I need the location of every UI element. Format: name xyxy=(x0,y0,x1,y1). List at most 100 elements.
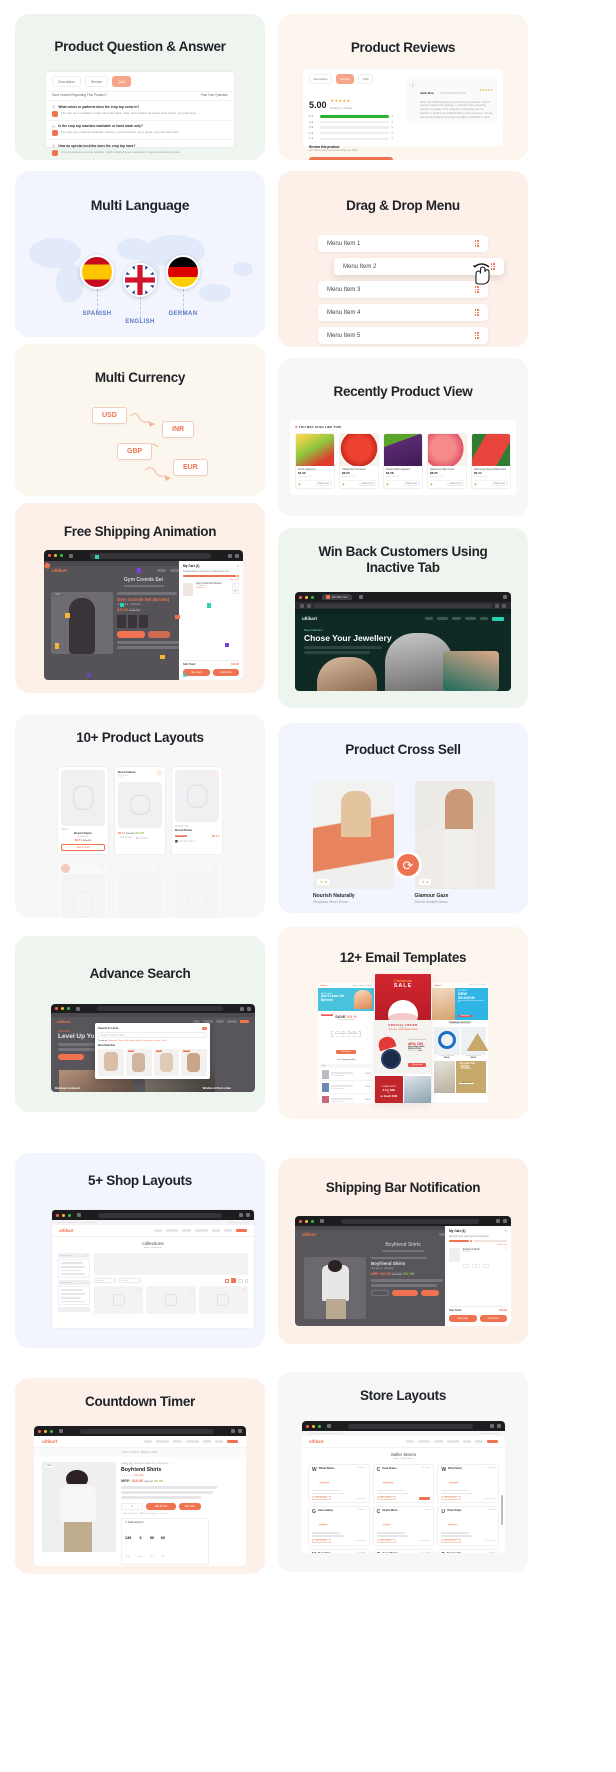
email-template-cart-recovery[interactable]: ultikart Home Collection About Mobile Sa… xyxy=(318,983,374,1103)
store-card[interactable]: C Empire Mech… Fashion 7 Review VISIT ST… xyxy=(372,1506,435,1546)
product-layout-tile[interactable]: Brand Name $9.71 xyxy=(114,860,166,918)
buy-now-button[interactable]: Buy Now xyxy=(179,1503,201,1510)
visit-store-button[interactable]: VISIT STORE → xyxy=(376,1496,397,1501)
browser-url-bar[interactable] xyxy=(97,1006,223,1011)
store-card[interactable]: C Soda Shack… Beverages 10 Review VISIT … xyxy=(372,1464,435,1504)
checkout-button[interactable]: Check Out xyxy=(212,669,239,676)
product-old-price: $16.00 xyxy=(144,1479,154,1483)
product-layout-tile[interactable]: Product Title Brand Name 16% Off $9.71 ⬛… xyxy=(171,766,223,855)
language-spanish[interactable]: SPANISH xyxy=(80,255,114,317)
wishlist-icon[interactable] xyxy=(213,864,219,870)
visit-store-button[interactable]: VISIT STORE → xyxy=(441,1538,461,1543)
remove-item-icon[interactable]: ✕ xyxy=(505,1248,507,1262)
product-placeholder-tile[interactable] xyxy=(146,1286,196,1314)
product-placeholder-tile[interactable] xyxy=(198,1286,248,1314)
visit-store-button[interactable]: VISIT STORE → xyxy=(441,1496,461,1501)
qa-tab-qa[interactable]: Q&A xyxy=(112,76,132,87)
view-mode-switcher[interactable] xyxy=(225,1278,248,1283)
product-placeholder-tile[interactable] xyxy=(94,1286,144,1314)
recent-product-card[interactable]: Deliciously Sweet Watermelon $5.44 ★★★★★… xyxy=(471,433,511,489)
add-to-cart-button[interactable]: Add To Cart xyxy=(146,1503,176,1510)
product-image xyxy=(472,434,510,466)
visit-store-button[interactable]: VISIT STORE → xyxy=(312,1538,332,1543)
visit-store-button[interactable]: VISIT STORE → xyxy=(376,1538,397,1543)
cross-sell-product-1[interactable]: ★ 0 Nourish Naturally Strapless Short Dr… xyxy=(313,781,394,913)
add-to-cart-button[interactable]: Add to cart xyxy=(447,482,464,486)
product-layout-tile[interactable]: Brand Name $9.71 xyxy=(57,860,109,918)
menu-item-5[interactable]: Menu Item 5 xyxy=(318,327,488,344)
store-card[interactable]: G Green Market Vegetable 11 Review xyxy=(372,1548,435,1553)
page-heading: collections xyxy=(142,1241,164,1246)
add-to-cart-button[interactable]: Add to cart xyxy=(403,482,420,486)
browser-url-bar[interactable] xyxy=(348,1423,473,1429)
browser-url-bar[interactable] xyxy=(80,1428,214,1434)
page-scrollbar[interactable] xyxy=(500,1495,503,1525)
product-layout-tile[interactable]: Option Brand Name ★★★★★ $9.71 $11.99 Add… xyxy=(57,766,109,855)
quick-view-action[interactable]: ⌕ Add To Cart xyxy=(118,837,132,840)
add-review-button[interactable]: Add Review xyxy=(309,157,393,160)
qa-post-question-link[interactable]: Post Your Question xyxy=(201,93,228,97)
language-german[interactable]: GERMAN xyxy=(166,255,200,317)
recent-product-card[interactable]: Fresh Capsicum $4.00 ★★★★★ (0) ◉ Add to … xyxy=(295,433,335,489)
menu-item-1[interactable]: Menu Item 1 xyxy=(318,235,488,252)
browser-url-bar[interactable] xyxy=(341,1218,479,1224)
add-to-cart-button[interactable]: Add to cart xyxy=(491,482,508,486)
currency-chip-gbp[interactable]: GBP xyxy=(117,443,153,460)
view-cart-button[interactable]: View Cart xyxy=(183,669,210,676)
wishlist-icon[interactable] xyxy=(156,770,162,776)
email-template-christmas-sale[interactable]: Christmas SALE SPECIAL OFFER UP TO 30% O… xyxy=(375,974,431,1103)
drag-handle-icon[interactable] xyxy=(474,331,479,340)
language-english[interactable]: ENGLISH xyxy=(123,263,157,325)
store-card[interactable]: B Bonanza Bas… Furniture 6 Review xyxy=(437,1548,499,1553)
card-multi-language: Multi Language SPANISH ENGLISH GERMAN xyxy=(15,171,265,337)
search-result-tile[interactable]: NEW xyxy=(181,1049,207,1077)
cross-sell-product-2[interactable]: ★ 0 Glamour Gaze Sleeck Bodyfit Dress $1… xyxy=(414,781,495,913)
hero-eyebrow: New Collection xyxy=(304,628,323,632)
store-card[interactable]: W Wheat Whisk… Packaged 16 Review VISIT … xyxy=(308,1464,370,1504)
recent-product-card[interactable]: Handpicked Tomatoes $8.00 ★★★★★ (0) ◉ Ad… xyxy=(339,433,379,489)
wishlist-icon[interactable] xyxy=(99,864,105,870)
store-card[interactable]: G Gems Galaxy Jewellery 12 Review VISIT … xyxy=(308,1506,370,1546)
currency-chip-inr[interactable]: INR xyxy=(162,421,195,438)
product-layout-tile[interactable]: Brand Name $9.71 xyxy=(171,860,223,918)
browser-url-bar[interactable] xyxy=(98,1212,222,1218)
email-cta-button[interactable]: Shop Now xyxy=(408,1062,427,1067)
checkout-button[interactable]: Check Out xyxy=(479,1315,507,1322)
browser-url-bar[interactable] xyxy=(90,552,211,559)
search-input[interactable]: Search what you want ⌕ xyxy=(98,1032,207,1038)
wishlist-icon[interactable] xyxy=(211,772,217,778)
view-cart-button[interactable]: View Cart xyxy=(449,1315,477,1322)
inactive-tab[interactable]: We Miss You! xyxy=(322,594,352,600)
visit-store-button[interactable]: VISIT STORE → xyxy=(312,1496,332,1501)
qa-tab-description[interactable]: Description xyxy=(52,76,81,87)
close-icon[interactable]: ✕ xyxy=(201,1026,207,1030)
add-to-cart-button[interactable]: Add to cart xyxy=(315,482,332,486)
close-icon[interactable]: ✕ xyxy=(236,564,239,568)
recent-product-card[interactable]: Deliciously Ripe Peach $8.95 ★★★★★ (0) ◉… xyxy=(427,433,467,489)
recent-product-card[interactable]: Nutrient-Rich Eggplant $4.58 ★★★★★ (0) ◉… xyxy=(383,433,423,489)
menu-item-3[interactable]: Menu Item 3 xyxy=(318,281,488,298)
store-card[interactable]: M Merry Mart Grocery 14 Review xyxy=(308,1548,370,1553)
compare-action[interactable]: ⇄ Compare xyxy=(136,837,148,840)
search-result-tile[interactable]: NEW xyxy=(153,1049,180,1077)
review-tab-description[interactable]: Description xyxy=(309,74,332,84)
email-template-new-season[interactable]: ultikart Tops Shirts Skirt Saris EXCLUSI… xyxy=(432,983,488,1103)
add-to-cart-button[interactable]: Add to cart xyxy=(359,482,376,486)
tile-add-to-cart-button[interactable]: Add to Cart xyxy=(61,844,105,851)
drag-handle-icon[interactable] xyxy=(474,239,479,248)
close-icon[interactable]: ✕ xyxy=(504,1229,507,1233)
brand-logo: ultikart xyxy=(309,1439,324,1444)
currency-chip-usd[interactable]: USD xyxy=(92,407,127,424)
qa-tab-review[interactable]: Review xyxy=(84,76,109,87)
review-tab-review[interactable]: Review xyxy=(336,74,355,84)
drag-handle-icon[interactable] xyxy=(474,308,479,317)
wishlist-icon[interactable] xyxy=(156,864,162,870)
product-layout-tile[interactable]: Brand Name ★★★★★ 100% $9.71 $11.99 3% Of… xyxy=(114,766,166,855)
store-card[interactable]: W Wine Pantry Packaged 8 Review VISIT ST… xyxy=(437,1464,499,1504)
review-tab-qa[interactable]: Q&A xyxy=(358,74,374,84)
store-card[interactable]: U Urban Swipe Electronic 9 Review VISIT … xyxy=(437,1506,499,1546)
menu-item-4[interactable]: Menu Item 4 xyxy=(318,304,488,321)
search-result-tile[interactable]: NEW xyxy=(125,1049,152,1077)
search-result-tile[interactable] xyxy=(98,1049,124,1077)
currency-chip-eur[interactable]: EUR xyxy=(173,459,208,476)
